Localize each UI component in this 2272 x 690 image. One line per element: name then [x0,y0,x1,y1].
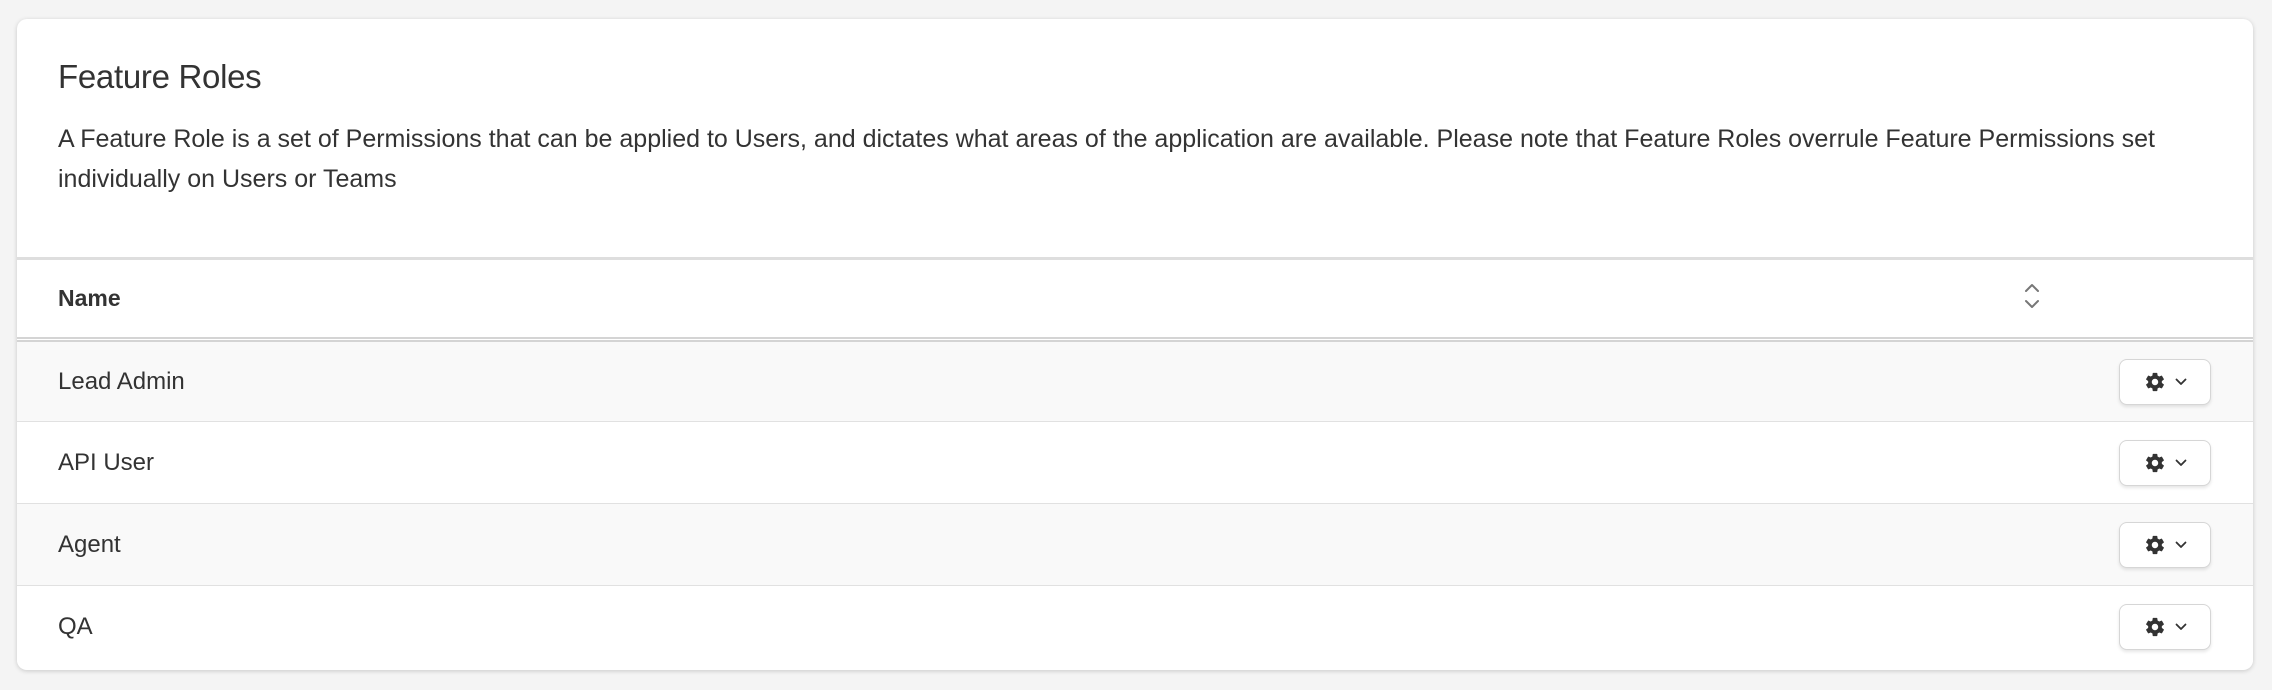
gear-icon [2145,617,2164,636]
gear-icon [2145,372,2164,391]
column-header-label: Name [58,285,121,311]
chevron-down-icon [2175,541,2186,548]
chevron-down-icon [2175,623,2186,630]
chevron-down-icon [2175,459,2186,466]
gear-icon [2145,453,2164,472]
feature-roles-table: Name Lead Admin API User Agent QA [17,257,2253,668]
sort-column[interactable] [2023,259,2253,340]
table-row: QA [17,585,2253,668]
row-actions [2023,586,2253,668]
table-row: Agent [17,503,2253,586]
table-header-row: Name [17,258,2253,340]
role-name: Agent [58,530,121,558]
page-title: Feature Roles [58,58,262,95]
page-description: A Feature Role is a set of Permissions t… [58,125,2155,193]
column-header-name[interactable]: Name [17,259,2023,340]
sort-icon[interactable] [2023,279,2041,313]
role-name: API User [58,448,155,476]
row-actions-dropdown-button[interactable] [2119,439,2211,486]
feature-roles-panel: Feature Roles A Feature Role is a set of… [17,19,2253,670]
table-row: Lead Admin [17,339,2253,422]
role-name: Lead Admin [58,367,185,395]
gear-icon [2145,535,2164,554]
table-row: API User [17,421,2253,504]
row-actions [2023,340,2253,422]
chevron-down-icon [2175,378,2186,385]
row-actions-dropdown-button[interactable] [2119,358,2211,405]
panel-header: Feature Roles A Feature Role is a set of… [17,19,2253,257]
row-actions [2023,422,2253,504]
row-actions [2023,504,2253,586]
role-name: QA [58,612,93,640]
row-actions-dropdown-button[interactable] [2119,603,2211,650]
row-actions-dropdown-button[interactable] [2119,521,2211,568]
